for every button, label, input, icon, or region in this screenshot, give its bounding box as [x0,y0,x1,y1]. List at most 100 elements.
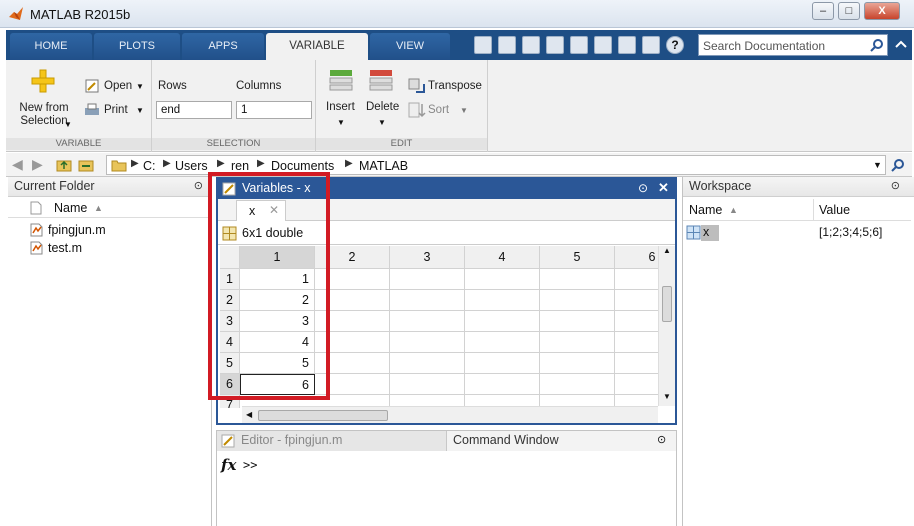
workspace-column-header: Name ▲ Value [683,199,911,221]
tab-editor[interactable]: Editor - fpingjun.m [217,431,447,451]
command-area[interactable]: fx >> [217,452,676,526]
matrix-icon [686,225,701,240]
ribbon-toolstrip: New from Selection ▼ Open ▼ Print ▼ VARI… [6,60,912,152]
tab-variable[interactable]: VARIABLE [266,33,368,60]
workspace-row[interactable]: x [1;2;3;4;5;6] [683,223,911,243]
matlab-logo-icon [9,7,23,20]
selection-group-label: SELECTION [152,138,315,150]
forward-arrow-icon[interactable]: ▶ [32,156,43,173]
column-header[interactable]: 5 [540,246,615,269]
scroll-left-icon[interactable]: ◀ [246,410,252,419]
scroll-up-icon[interactable]: ▲ [663,246,671,255]
switch-windows-icon[interactable] [642,36,660,54]
column-header[interactable]: 6 [615,246,658,269]
path-crumb[interactable]: ren [231,159,249,173]
panel-menu-icon[interactable]: ⊙ [638,181,648,195]
open-icon [85,79,99,93]
workspace-panel: Workspace ⊙ Name ▲ Value x [1;2;3;4;5;6] [682,177,914,526]
redo-icon[interactable] [618,36,636,54]
columns-input[interactable]: 1 [236,101,312,119]
command-window-tab-label: Command Window [453,433,559,447]
chevron-down-icon[interactable]: ▼ [136,82,144,91]
scrollbar-thumb[interactable] [662,286,672,322]
folder-icon [111,160,127,172]
chevron-down-icon[interactable]: ▼ [378,118,386,127]
new-from-selection-icon [31,69,55,93]
collapse-toolstrip-icon[interactable] [894,38,908,52]
column-header[interactable]: 4 [465,246,540,269]
copy-icon[interactable] [546,36,564,54]
new-script-icon[interactable] [474,36,492,54]
browse-folder-icon[interactable] [78,157,94,173]
column-name-header[interactable]: Name [689,203,722,217]
rows-label: Rows [158,80,187,92]
column-value-header[interactable]: Value [819,203,850,217]
path-separator-icon: ▶ [131,158,139,169]
search-folder-icon[interactable] [890,157,906,173]
variable-group: New from Selection ▼ Open ▼ Print ▼ VARI… [6,60,152,152]
panel-menu-icon[interactable]: ⊙ [891,179,900,192]
tab-command-window[interactable]: Command Window ⊙ [447,431,676,451]
chevron-down-icon[interactable]: ▼ [136,106,144,115]
print-button[interactable]: Print [104,104,128,116]
sort-ascending-icon: ▲ [729,205,738,215]
close-button[interactable]: X [864,2,900,20]
panel-menu-icon[interactable]: ⊙ [194,179,203,192]
new-from-selection-button[interactable]: New from Selection [18,102,70,128]
scrollbar-thumb[interactable] [258,410,388,421]
tab-plots[interactable]: PLOTS [94,33,180,60]
search-documentation-input[interactable]: Search Documentation [698,34,888,56]
path-crumb[interactable]: Documents [271,159,334,173]
path-crumb[interactable]: MATLAB [359,159,408,173]
tab-apps[interactable]: APPS [182,33,264,60]
delete-icon [369,70,393,91]
scroll-down-icon[interactable]: ▼ [663,392,671,401]
sort-button[interactable]: Sort [428,104,449,116]
sort-icon [408,102,426,118]
back-arrow-icon[interactable]: ◀ [12,156,23,173]
close-icon[interactable]: ✕ [658,180,669,196]
up-folder-icon[interactable] [56,157,72,173]
save-icon[interactable] [498,36,516,54]
file-item[interactable]: fpingjun.m [30,221,200,239]
path-separator-icon: ▶ [345,158,353,169]
horizontal-scrollbar[interactable]: ◀ [242,406,658,423]
empty-grid-area[interactable] [315,269,658,408]
variable-name: x [701,225,719,241]
column-header[interactable]: 3 [390,246,465,269]
maximize-button[interactable]: □ [838,2,860,20]
vertical-scrollbar[interactable]: ▲ ▼ [658,246,675,406]
print-icon [85,103,99,115]
variable-group-label: VARIABLE [6,138,151,150]
cut-icon[interactable] [522,36,540,54]
columns-label: Columns [236,80,282,92]
current-folder-panel: Current Folder ⊙ Name ▲ fpingjun.m test.… [8,177,212,526]
open-button[interactable]: Open [104,80,132,92]
column-name-header[interactable]: Name [54,201,87,215]
file-item[interactable]: test.m [30,239,200,257]
paste-icon[interactable] [570,36,588,54]
search-placeholder: Search Documentation [703,39,826,53]
folder-column-header: Name ▲ [8,198,212,218]
rows-input[interactable]: end [156,101,232,119]
panel-menu-icon[interactable]: ⊙ [657,433,666,446]
file-type-icon [30,201,42,215]
minimize-button[interactable]: ‒ [812,2,834,20]
chevron-down-icon[interactable]: ▼ [460,106,468,115]
window-title: MATLAB R2015b [30,7,131,22]
help-icon[interactable]: ? [666,36,684,54]
chevron-down-icon[interactable]: ▼ [64,120,72,129]
chevron-down-icon[interactable]: ▼ [337,118,345,127]
path-crumb[interactable]: C: [143,159,156,173]
search-icon[interactable] [870,38,884,52]
transpose-button[interactable]: Transpose [428,80,482,92]
tab-view[interactable]: VIEW [370,33,450,60]
path-dropdown-icon[interactable]: ▼ [873,160,882,170]
path-crumb[interactable]: Users [175,159,208,173]
path-separator-icon: ▶ [163,158,171,169]
undo-icon[interactable] [594,36,612,54]
delete-button[interactable]: Delete [366,101,399,113]
function-browser-icon[interactable]: fx [221,456,236,474]
insert-button[interactable]: Insert [326,101,355,113]
tab-home[interactable]: HOME [10,33,92,60]
